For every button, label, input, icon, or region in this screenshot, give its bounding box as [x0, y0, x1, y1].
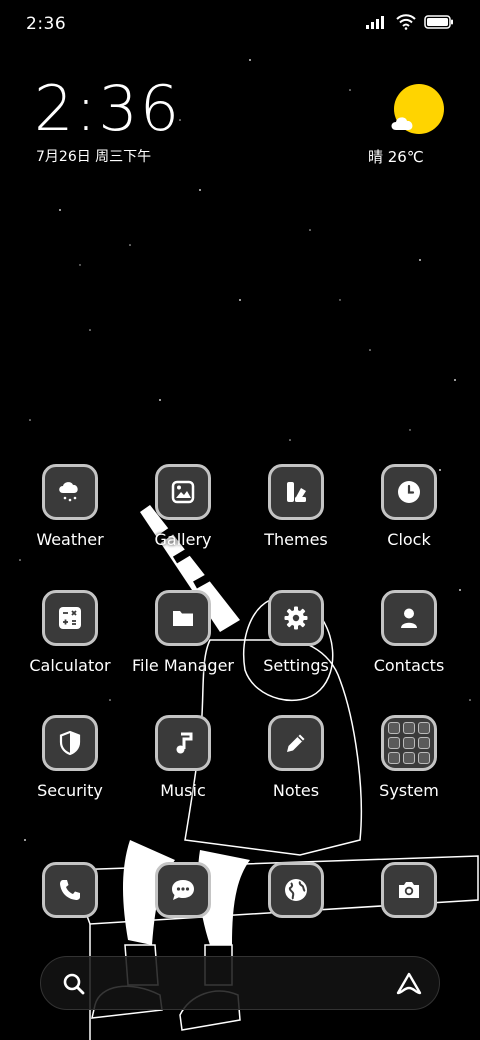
app-label: Calculator [29, 656, 111, 675]
camera-icon[interactable] [381, 862, 437, 918]
cloud-icon [391, 117, 413, 130]
weather-temperature: 晴 26℃ [368, 148, 424, 166]
battery-icon [424, 15, 453, 29]
app-file-manager[interactable]: File Manager [127, 590, 239, 675]
app-label: Notes [272, 781, 320, 800]
calculator-icon[interactable] [42, 590, 98, 646]
app-label: System [379, 781, 439, 800]
app-system-folder[interactable]: System [353, 715, 465, 800]
gear-icon[interactable] [268, 590, 324, 646]
app-contacts[interactable]: Contacts [353, 590, 465, 675]
app-settings[interactable]: Settings [240, 590, 352, 675]
app-label: Clock [387, 530, 431, 549]
app-label: Themes [264, 530, 328, 549]
search-bar[interactable] [40, 956, 440, 1010]
image-icon[interactable] [155, 464, 211, 520]
clock-widget-time[interactable]: 2:36 [34, 78, 181, 140]
search-icon[interactable] [61, 971, 87, 997]
app-music[interactable]: Music [127, 715, 239, 800]
status-time: 2:36 [26, 14, 67, 34]
pencil-icon[interactable] [268, 715, 324, 771]
app-label: Music [160, 781, 206, 800]
dock-messages[interactable] [127, 862, 239, 918]
app-weather[interactable]: Weather [14, 464, 126, 549]
shield-icon[interactable] [42, 715, 98, 771]
themes-icon[interactable] [268, 464, 324, 520]
app-label: Settings [263, 656, 329, 675]
message-icon[interactable] [155, 862, 211, 918]
app-notes[interactable]: Notes [240, 715, 352, 800]
system-folder-icon[interactable] [381, 715, 437, 771]
person-icon[interactable] [381, 590, 437, 646]
clock-widget-date: 7月26日 周三下午 [36, 149, 152, 165]
dock-phone[interactable] [14, 862, 126, 918]
app-label: Contacts [373, 656, 445, 675]
phone-icon[interactable] [42, 862, 98, 918]
app-clock[interactable]: Clock [353, 464, 465, 549]
app-label: Weather [36, 530, 104, 549]
folder-icon[interactable] [155, 590, 211, 646]
weather-widget[interactable]: 晴 26℃ [368, 82, 450, 172]
app-gallery[interactable]: Gallery [127, 464, 239, 549]
dock-camera[interactable] [353, 862, 465, 918]
app-security[interactable]: Security [14, 715, 126, 800]
status-bar: 2:36 [0, 0, 480, 50]
cloud-snow-icon[interactable] [42, 464, 98, 520]
dock-browser[interactable] [240, 862, 352, 918]
app-calculator[interactable]: Calculator [14, 590, 126, 675]
app-label: Gallery [154, 530, 212, 549]
assistant-icon[interactable] [395, 971, 423, 997]
app-label: File Manager [132, 656, 234, 675]
app-themes[interactable]: Themes [240, 464, 352, 549]
music-note-icon[interactable] [155, 715, 211, 771]
app-label: Security [37, 781, 103, 800]
browser-globe-icon[interactable] [268, 862, 324, 918]
wifi-icon [396, 14, 416, 30]
clock-icon[interactable] [381, 464, 437, 520]
signal-icon [366, 16, 384, 29]
